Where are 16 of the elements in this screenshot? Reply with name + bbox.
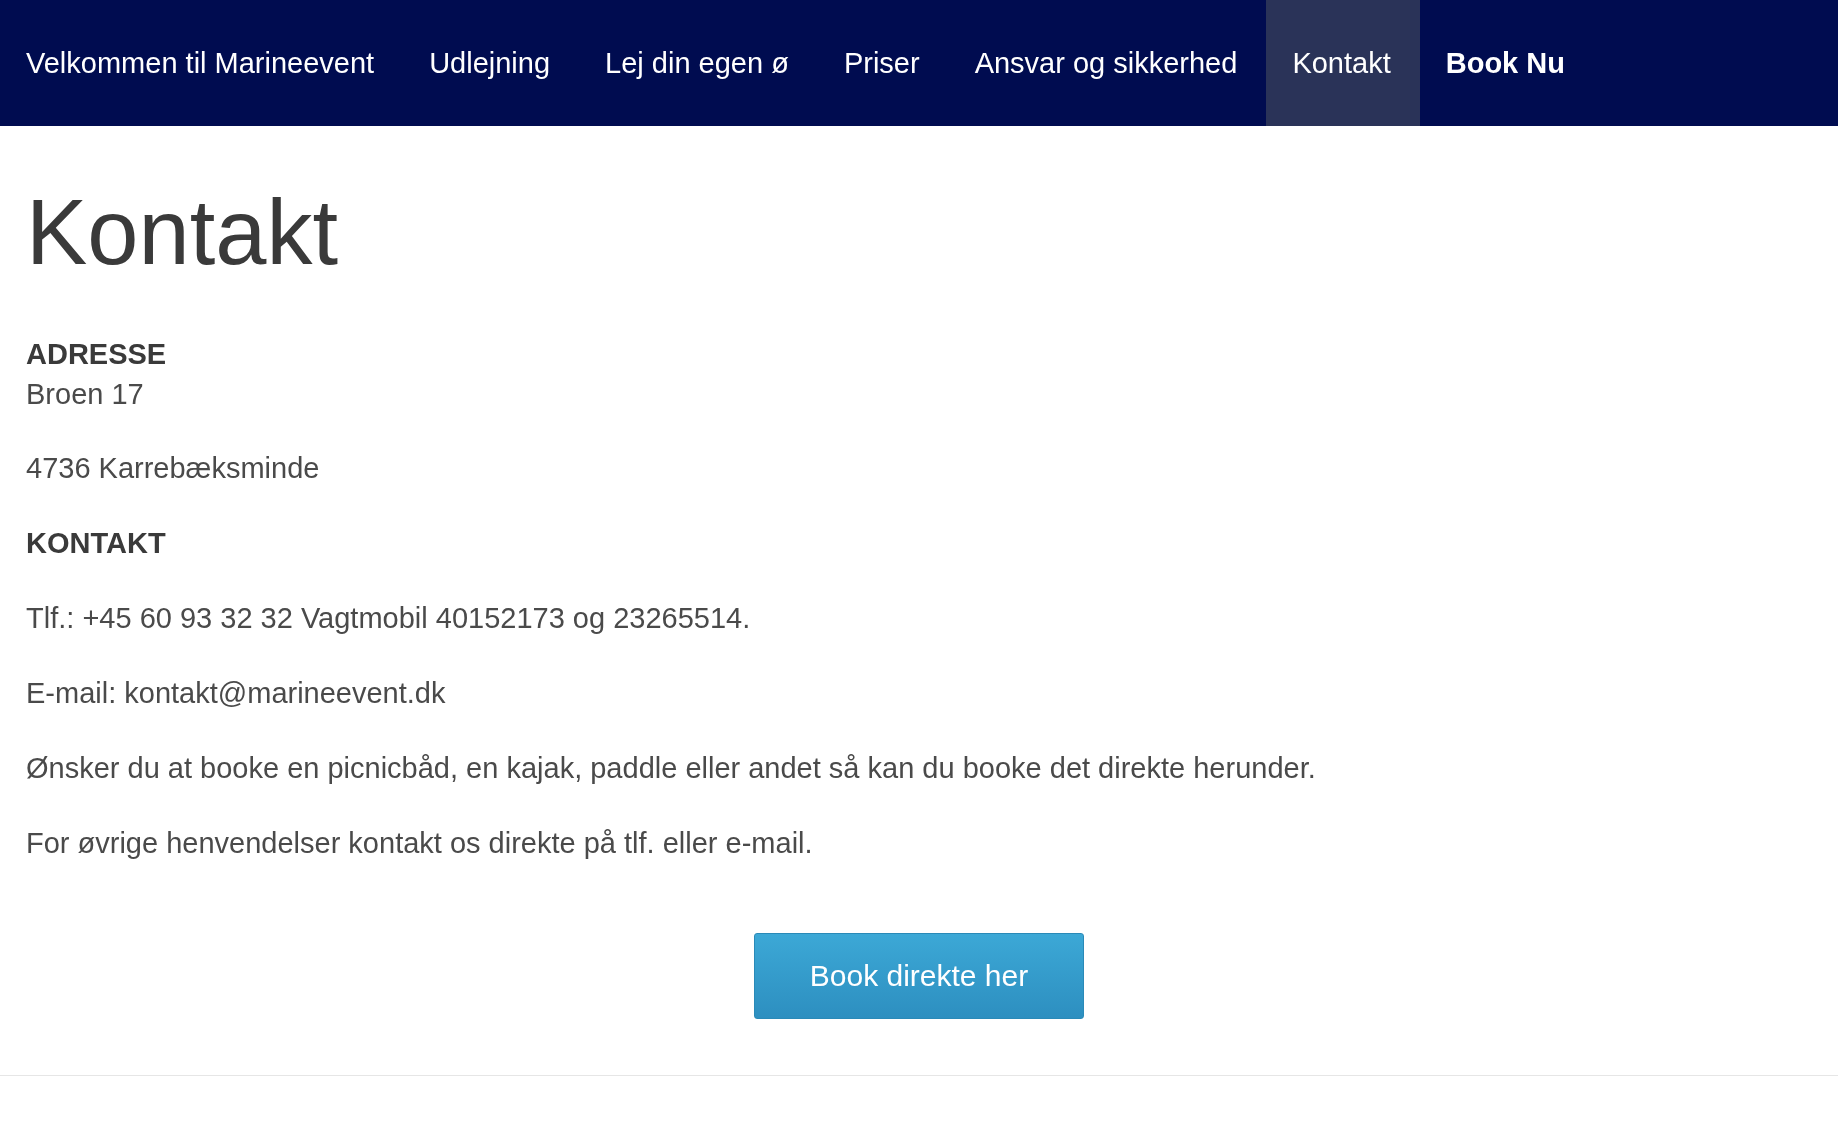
nav-link[interactable]: Ansvar og sikkerhed <box>948 0 1267 126</box>
book-now-link[interactable]: Book Nu <box>1419 0 1594 126</box>
page-title: Kontakt <box>26 186 339 278</box>
paragraph: E-mail: kontakt@marineevent.dk <box>26 676 447 711</box>
paragraph: Ønsker du at booke en picnicbåd, en kajak, paddle eller andet så kan du booke det direkte herunder. <box>26 751 1317 786</box>
nav-link[interactable]: Priser <box>817 0 949 126</box>
paragraph: Tlf.: +45 60 93 32 32 Vagtmobil 40152173 og 23265514. <box>26 601 752 636</box>
nav-link[interactable]: Lej din egen ø <box>579 0 818 126</box>
nav-link[interactable]: Udlejning <box>403 0 580 126</box>
nav-link[interactable]: Velkommen til Marineevent <box>0 0 404 126</box>
section-heading: ADRESSE <box>26 337 168 372</box>
section-heading: KONTAKT <box>26 526 167 561</box>
nav-link[interactable]: Kontakt <box>1266 0 1420 126</box>
paragraph: For øvrige henvendelser kontakt os direkte på tlf. eller e-mail. <box>26 826 814 861</box>
address-line: Broen 17 <box>26 377 145 412</box>
paragraph: 4736 Karrebæksminde <box>26 451 321 486</box>
